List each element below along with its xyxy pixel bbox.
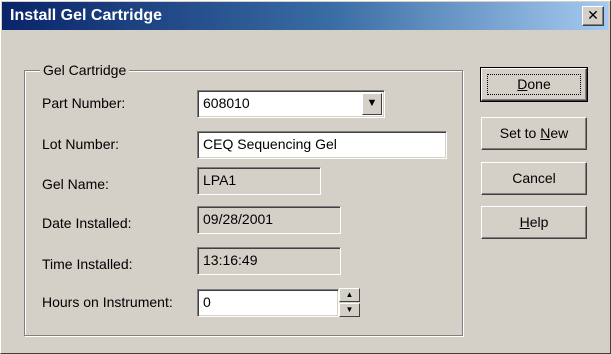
lot-number-input[interactable]: CEQ Sequencing Gel bbox=[197, 131, 447, 159]
set-to-new-button[interactable]: Set to New bbox=[481, 117, 587, 150]
part-number-label: Part Number: bbox=[42, 95, 126, 111]
hours-spinner: ▲ ▼ bbox=[339, 288, 360, 317]
help-button[interactable]: Help bbox=[481, 206, 587, 239]
gel-name-field: LPA1 bbox=[197, 167, 321, 195]
lot-number-label: Lot Number: bbox=[42, 136, 120, 152]
part-number-combobox[interactable]: 608010 ▼ bbox=[197, 90, 385, 118]
install-gel-cartridge-dialog: Install Gel Cartridge ✕ Gel Cartridge Pa… bbox=[0, 0, 611, 354]
date-installed-label: Date Installed: bbox=[42, 215, 132, 231]
part-number-value: 608010 bbox=[203, 95, 250, 111]
arrow-down-icon[interactable]: ▼ bbox=[339, 303, 360, 317]
focus-rectangle bbox=[487, 74, 581, 95]
done-button[interactable]: Done bbox=[480, 67, 588, 102]
time-installed-label: Time Installed: bbox=[42, 256, 133, 272]
group-label: Gel Cartridge bbox=[40, 62, 130, 78]
window-title: Install Gel Cartridge bbox=[10, 7, 163, 24]
arrow-up-icon[interactable]: ▲ bbox=[339, 288, 360, 302]
cancel-button[interactable]: Cancel bbox=[481, 162, 587, 195]
gel-name-label: Gel Name: bbox=[42, 176, 109, 192]
hours-on-instrument-value: 0 bbox=[203, 294, 211, 310]
date-installed-value: 09/28/2001 bbox=[203, 211, 274, 227]
close-icon[interactable]: ✕ bbox=[582, 6, 604, 26]
time-installed-value: 13:16:49 bbox=[203, 252, 258, 268]
time-installed-field: 13:16:49 bbox=[197, 247, 341, 275]
hours-on-instrument-input[interactable]: 0 bbox=[197, 289, 339, 317]
gel-name-value: LPA1 bbox=[203, 172, 237, 188]
title-bar[interactable]: Install Gel Cartridge ✕ bbox=[2, 2, 608, 30]
hours-on-instrument-label: Hours on Instrument: bbox=[42, 294, 173, 310]
lot-number-value: CEQ Sequencing Gel bbox=[203, 136, 337, 152]
date-installed-field: 09/28/2001 bbox=[197, 206, 341, 234]
chevron-down-icon[interactable]: ▼ bbox=[362, 93, 382, 115]
